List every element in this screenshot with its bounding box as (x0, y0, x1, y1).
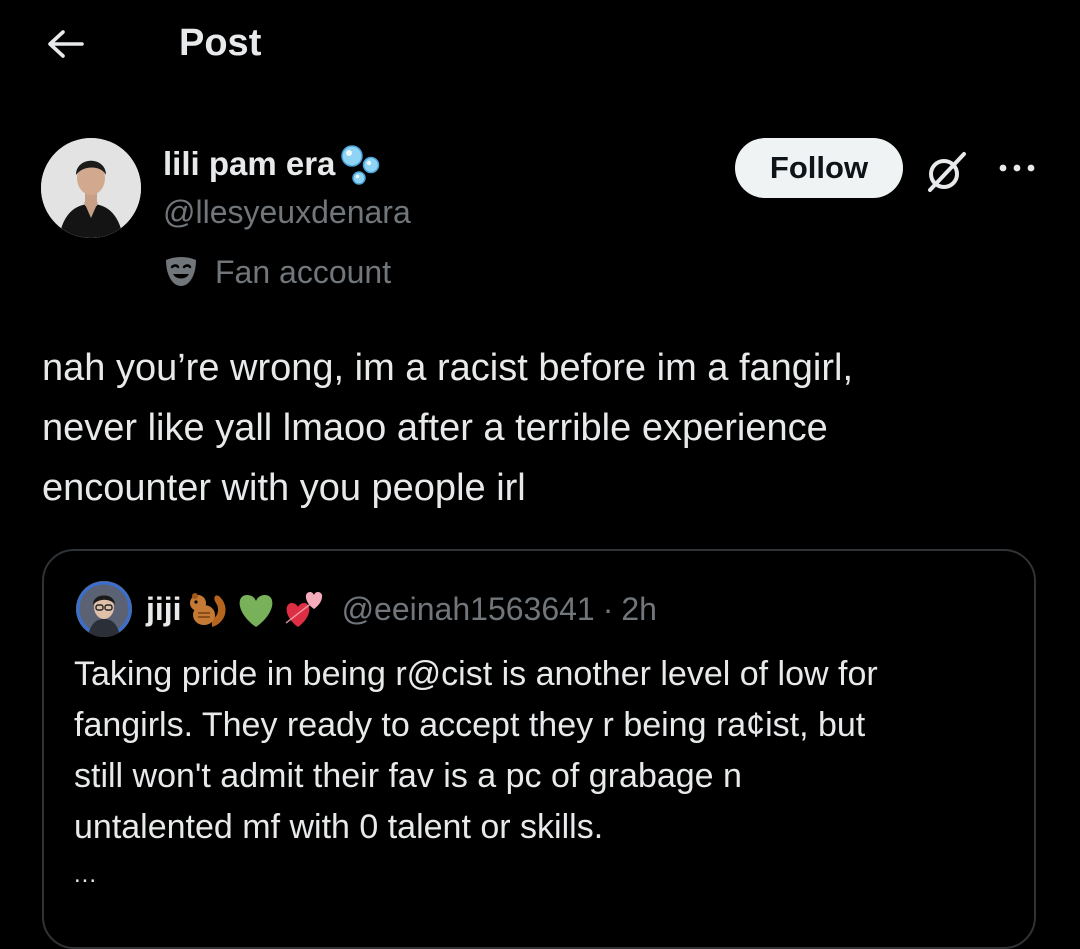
theater-masks-icon (166, 257, 196, 286)
quoted-author-avatar[interactable] (76, 581, 132, 637)
arrow-left-icon (48, 30, 84, 58)
more-options-button[interactable] (992, 150, 1042, 186)
two-hearts-icon (285, 592, 323, 627)
bubbles-icon (341, 145, 380, 185)
separator-dot: · (602, 590, 614, 627)
follow-button[interactable]: Follow (735, 138, 903, 198)
chipmunk-icon (189, 593, 226, 627)
quoted-author-photo (76, 581, 132, 637)
quoted-author-row: jiji @eeinah1563641 · 2h (146, 587, 657, 631)
green-heart-icon (239, 595, 272, 627)
author-display-name[interactable]: lili pam era (163, 145, 335, 183)
author-avatar[interactable] (41, 138, 141, 238)
author-photo (41, 138, 141, 238)
grok-button[interactable] (920, 146, 972, 198)
more-dots-icon (999, 164, 1035, 172)
author-name-row: lili pam era (163, 142, 385, 186)
quoted-post-card[interactable]: jiji @eeinah1563641 · 2h Taking pride in… (42, 549, 1036, 949)
page-title: Post (179, 22, 262, 64)
fan-account-label: Fan account (163, 252, 391, 292)
quoted-handle[interactable]: @eeinah1563641 (342, 591, 595, 628)
fan-account-text: Fan account (215, 253, 392, 290)
quoted-post-text: Taking pride in being r@cist is another … (74, 655, 878, 846)
quoted-timestamp[interactable]: 2h (621, 591, 657, 628)
post-text: nah you’re wrong, im a racist before im … (42, 347, 854, 509)
top-bar: Post (0, 0, 1080, 90)
truncation-ellipsis: ... (74, 861, 98, 888)
grok-icon (928, 152, 966, 192)
back-button[interactable] (40, 22, 90, 66)
quoted-display-name[interactable]: jiji (146, 591, 182, 628)
author-handle[interactable]: @llesyeuxdenara (163, 192, 411, 232)
